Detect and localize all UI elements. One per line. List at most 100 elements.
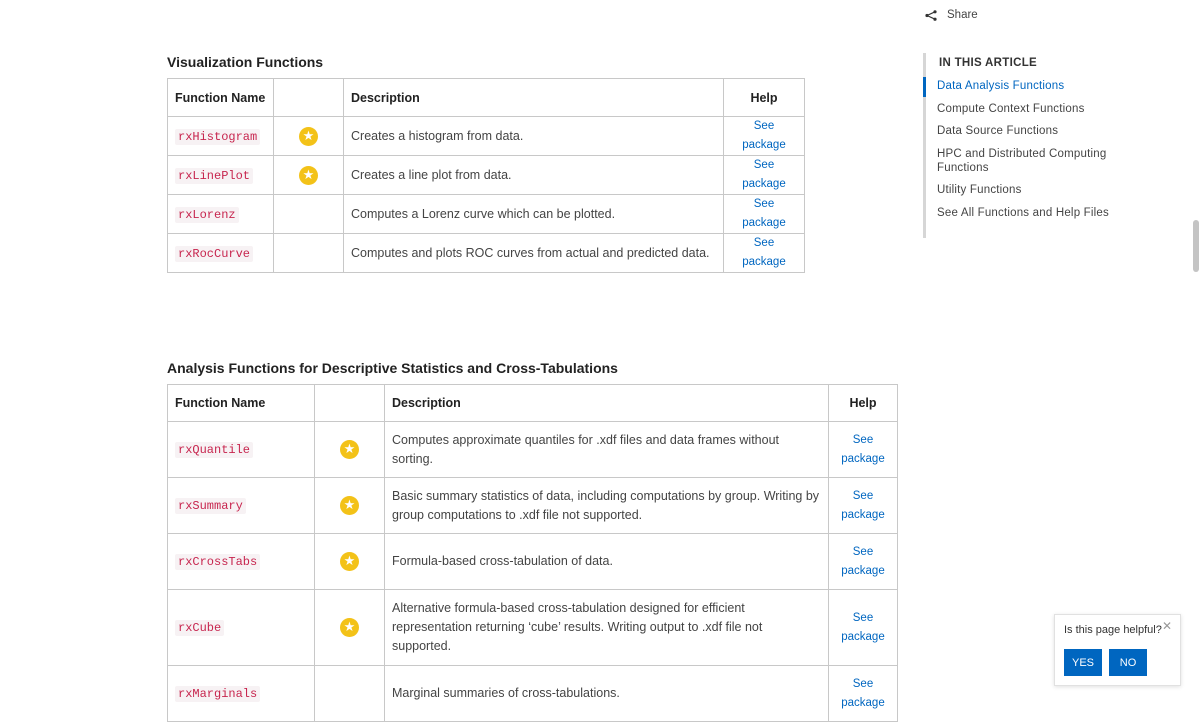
function-name: rxRocCurve bbox=[175, 245, 254, 262]
section-title-visualization: Visualization Functions bbox=[167, 54, 324, 70]
toc-item-data-analysis-functions[interactable]: Data Analysis Functions bbox=[937, 79, 1112, 93]
column-header-description: Description bbox=[384, 384, 829, 422]
star-icon: ★ bbox=[299, 126, 318, 146]
description-cell: Basic summary statistics of data, includ… bbox=[384, 477, 829, 534]
empty-icon-cell bbox=[314, 665, 385, 722]
description-cell: Computes a Lorenz curve which can be plo… bbox=[343, 194, 724, 234]
column-header-function-name: Function Name bbox=[167, 78, 274, 117]
help-cell: See package bbox=[723, 116, 805, 156]
help-cell: See package bbox=[828, 589, 898, 666]
function-name-cell: rxRocCurve bbox=[167, 233, 274, 273]
see-package-link[interactable]: See package bbox=[742, 159, 785, 190]
help-cell: See package bbox=[723, 194, 805, 234]
description-cell: Alternative formula-based cross-tabulati… bbox=[384, 589, 829, 666]
toc-item-all-functions-help[interactable]: See All Functions and Help Files bbox=[937, 206, 1112, 220]
column-header-help: Help bbox=[828, 384, 898, 422]
table-row: rxSummary ★ Basic summary statistics of … bbox=[167, 477, 898, 534]
description-cell: Formula-based cross-tabulation of data. bbox=[384, 533, 829, 590]
star-cell: ★ bbox=[314, 589, 385, 666]
see-package-link[interactable]: See package bbox=[742, 198, 785, 229]
feedback-yes-button[interactable]: YES bbox=[1064, 649, 1102, 676]
function-name: rxMarginals bbox=[175, 686, 261, 702]
function-name-cell: rxCube bbox=[167, 589, 315, 666]
star-cell: ★ bbox=[314, 477, 385, 534]
column-header-function-name: Function Name bbox=[167, 384, 315, 422]
toc-item-compute-context-functions[interactable]: Compute Context Functions bbox=[937, 102, 1112, 116]
function-name: rxCrossTabs bbox=[175, 554, 261, 570]
star-cell: ★ bbox=[273, 155, 344, 195]
see-package-link[interactable]: See package bbox=[841, 434, 884, 465]
share-button[interactable]: Share bbox=[925, 9, 978, 21]
function-name: rxLinePlot bbox=[175, 167, 254, 184]
see-package-link[interactable]: See package bbox=[841, 612, 884, 643]
table-header-row: Function Name Description Help bbox=[167, 384, 898, 422]
toc-item-data-source-functions[interactable]: Data Source Functions bbox=[937, 124, 1112, 138]
function-name-cell: rxSummary bbox=[167, 477, 315, 534]
see-package-link[interactable]: See package bbox=[742, 120, 785, 151]
visualization-functions-table: Function Name Description Help rxHistogr… bbox=[167, 78, 805, 273]
toc-active-marker bbox=[923, 77, 926, 97]
table-row: rxRocCurve Computes and plots ROC curves… bbox=[167, 233, 805, 273]
article-main: Visualization Functions Function Name De… bbox=[0, 0, 920, 722]
toc-list: Data Analysis Functions Compute Context … bbox=[937, 79, 1112, 228]
see-package-link[interactable]: See package bbox=[841, 546, 884, 577]
empty-icon-cell bbox=[273, 194, 344, 234]
function-name: rxLorenz bbox=[175, 206, 239, 223]
in-this-article-nav: IN THIS ARTICLE Data Analysis Functions … bbox=[923, 53, 1126, 238]
star-icon: ★ bbox=[340, 552, 359, 571]
empty-icon-cell bbox=[273, 233, 344, 273]
share-icon bbox=[925, 9, 937, 21]
feedback-no-button[interactable]: NO bbox=[1109, 649, 1147, 676]
function-name: rxQuantile bbox=[175, 442, 254, 458]
toc-title: IN THIS ARTICLE bbox=[939, 57, 1037, 69]
column-header-description: Description bbox=[343, 78, 724, 117]
description-cell: Marginal summaries of cross-tabulations. bbox=[384, 665, 829, 722]
help-cell: See package bbox=[828, 477, 898, 534]
see-package-link[interactable]: See package bbox=[841, 678, 884, 709]
table-header-row: Function Name Description Help bbox=[167, 78, 805, 117]
function-name: rxSummary bbox=[175, 498, 246, 514]
star-cell: ★ bbox=[314, 421, 385, 478]
feedback-box: Is this page helpful? ✕ YES NO bbox=[1054, 614, 1181, 686]
section-title-analysis: Analysis Functions for Descriptive Stati… bbox=[167, 360, 618, 376]
function-name-cell: rxMarginals bbox=[167, 665, 315, 722]
table-row: rxQuantile ★ Computes approximate quanti… bbox=[167, 421, 898, 478]
table-row: rxCrossTabs ★ Formula-based cross-tabula… bbox=[167, 533, 898, 590]
analysis-functions-table: Function Name Description Help rxQuantil… bbox=[167, 384, 898, 722]
help-cell: See package bbox=[828, 421, 898, 478]
table-row: rxMarginals Marginal summaries of cross-… bbox=[167, 665, 898, 722]
column-header-icon bbox=[273, 78, 344, 117]
toc-item-hpc-distributed-functions[interactable]: HPC and Distributed Computing Functions bbox=[937, 147, 1112, 175]
scrollbar-thumb[interactable] bbox=[1193, 220, 1199, 272]
table-row: rxLinePlot ★ Creates a line plot from da… bbox=[167, 155, 805, 195]
star-cell: ★ bbox=[314, 533, 385, 590]
function-name: rxHistogram bbox=[175, 128, 261, 145]
help-cell: See package bbox=[828, 533, 898, 590]
star-icon: ★ bbox=[340, 618, 359, 637]
function-name-cell: rxHistogram bbox=[167, 116, 274, 156]
table-row: rxLorenz Computes a Lorenz curve which c… bbox=[167, 194, 805, 234]
function-name: rxCube bbox=[175, 620, 225, 636]
star-cell: ★ bbox=[273, 116, 344, 156]
description-cell: Creates a histogram from data. bbox=[343, 116, 724, 156]
function-name-cell: rxQuantile bbox=[167, 421, 315, 478]
star-icon: ★ bbox=[299, 165, 318, 185]
page-scrollbar[interactable] bbox=[1188, 0, 1200, 697]
star-icon: ★ bbox=[340, 496, 359, 515]
help-cell: See package bbox=[828, 665, 898, 722]
see-package-link[interactable]: See package bbox=[841, 490, 884, 521]
toc-item-utility-functions[interactable]: Utility Functions bbox=[937, 183, 1112, 197]
help-cell: See package bbox=[723, 233, 805, 273]
column-header-icon bbox=[314, 384, 385, 422]
function-name-cell: rxLorenz bbox=[167, 194, 274, 234]
star-icon: ★ bbox=[340, 440, 359, 459]
table-row: rxHistogram ★ Creates a histogram from d… bbox=[167, 116, 805, 156]
feedback-question: Is this page helpful? bbox=[1064, 624, 1162, 636]
function-name-cell: rxLinePlot bbox=[167, 155, 274, 195]
see-package-link[interactable]: See package bbox=[742, 237, 785, 268]
share-label: Share bbox=[947, 9, 978, 21]
description-cell: Creates a line plot from data. bbox=[343, 155, 724, 195]
function-name-cell: rxCrossTabs bbox=[167, 533, 315, 590]
table-row: rxCube ★ Alternative formula-based cross… bbox=[167, 589, 898, 666]
close-icon[interactable]: ✕ bbox=[1162, 619, 1172, 633]
